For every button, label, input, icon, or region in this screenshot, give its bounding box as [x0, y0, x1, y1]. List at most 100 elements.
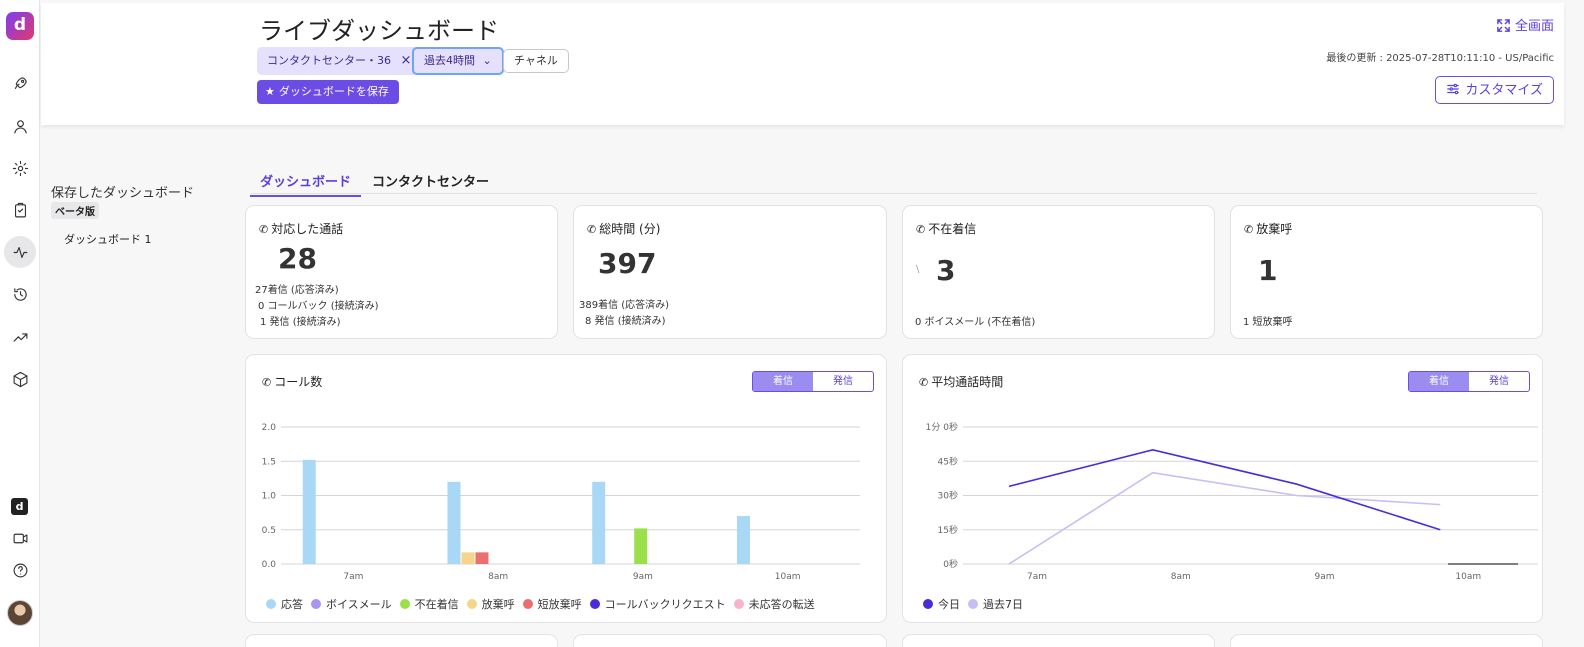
legend-swatch — [733, 599, 744, 609]
stat-card-abandoned-calls: ✆ 放棄呼 1 1 短放棄呼 — [1230, 205, 1543, 339]
activity-icon[interactable] — [4, 236, 36, 268]
bar-不在着信[interactable] — [634, 528, 648, 564]
dialpad-logo-icon[interactable]: d — [6, 12, 34, 40]
tab-bar: ダッシュボード コンタクトセンター — [250, 166, 1537, 197]
stat-card-handled-calls: ✆ 対応した通話 28 27着信 (応答済み) 0 コールバック (接続済み) 1… — [245, 205, 558, 339]
video-icon[interactable] — [4, 522, 36, 554]
legend-swatch — [522, 599, 533, 609]
stat-line: 27着信 (応答済み) — [255, 285, 339, 296]
save-dashboard-button[interactable]: ★ ダッシュボードを保存 — [257, 80, 399, 104]
legend-label: 今日 — [938, 598, 960, 611]
call-count-chart: 0.0 0.5 1.0 1.5 2.0 7am 8am 9am 10am — [262, 423, 860, 582]
stat-marker: \ — [916, 264, 920, 275]
chart-title-text: コール数 — [274, 375, 323, 389]
phone-icon: ✆ — [916, 223, 926, 236]
close-icon[interactable]: × — [401, 53, 412, 68]
dashboard-header: ライブダッシュボード コンタクトセンター・36 × 過去4時間 ⌄ チャネル ★… — [41, 3, 1564, 125]
stat-title-text: 不在着信 — [928, 222, 977, 236]
legend-item[interactable]: 応答 — [266, 598, 303, 611]
filter-chip-time-range[interactable]: 過去4時間 ⌄ — [412, 47, 504, 75]
bar-応答[interactable] — [447, 481, 461, 564]
legend-item[interactable]: コールバックリクエスト — [589, 598, 726, 611]
y-tick-label: 1.5 — [262, 457, 276, 467]
legend-item[interactable]: 未応答の転送 — [733, 598, 815, 611]
legend-swatch — [466, 599, 477, 609]
direction-toggle[interactable]: 着信 発信 — [752, 371, 874, 392]
trending-up-icon[interactable] — [4, 321, 36, 353]
filter-chip-label: 過去4時間 — [424, 54, 475, 67]
stat-card-total-minutes: ✆ 総時間 (分) 397 389着信 (応答済み) 8 発信 (接続済み) — [573, 205, 887, 339]
legend-swatch — [266, 599, 276, 609]
left-rail: d d — [0, 0, 40, 647]
tab-contact-center[interactable]: コンタクトセンター — [372, 171, 489, 195]
y-tick-label: 2.0 — [262, 423, 277, 433]
customize-button[interactable]: カスタマイズ — [1435, 76, 1554, 104]
customize-label: カスタマイズ — [1465, 82, 1543, 97]
page-title: ライブダッシュボード — [259, 17, 499, 45]
stat-line: 0 コールバック (接続済み) — [258, 301, 379, 312]
legend-label: 過去7日 — [983, 598, 1023, 611]
toggle-incoming[interactable]: 着信 — [753, 372, 813, 391]
legend-swatch — [399, 599, 410, 609]
call-count-card: ✆ コール数 着信 発信 0.0 0.5 1.0 1.5 2.0 7am 8am 9am 10am… — [245, 354, 887, 623]
filter-chip-channel[interactable]: チャネル — [503, 49, 569, 73]
legend-item[interactable]: ボイスメール — [311, 598, 392, 611]
chevron-down-icon: ⌄ — [482, 54, 492, 67]
stat-line: 0 ボイスメール (不在着信) — [915, 317, 1036, 328]
x-tick-label: 7am — [343, 572, 363, 582]
toggle-incoming[interactable]: 着信 — [1409, 372, 1469, 391]
clipboard-icon[interactable] — [4, 194, 36, 226]
y-tick-label: 1分 0秒 — [926, 421, 958, 433]
legend-item[interactable]: 今日 — [923, 598, 960, 611]
x-tick-label: 10am — [775, 572, 801, 582]
stat-card-partial — [902, 634, 1215, 647]
stat-title: ✆ 総時間 (分) — [587, 220, 660, 237]
dialpad-small-logo-icon[interactable]: d — [11, 498, 28, 515]
y-tick-label: 30秒 — [938, 490, 958, 502]
bar-応答[interactable] — [302, 459, 316, 564]
toggle-outgoing[interactable]: 発信 — [1469, 372, 1529, 391]
fullscreen-label: 全画面 — [1514, 19, 1554, 34]
tab-dashboard[interactable]: ダッシュボード — [250, 171, 362, 197]
expand-icon — [1497, 19, 1510, 32]
phone-icon: ✆ — [1244, 223, 1254, 236]
legend-label: 短放棄呼 — [537, 598, 582, 611]
bar-応答[interactable] — [592, 481, 606, 564]
legend-item[interactable]: 過去7日 — [968, 598, 1023, 611]
legend-item[interactable]: 短放棄呼 — [522, 598, 582, 611]
history-icon[interactable] — [4, 278, 36, 310]
filter-chip-label: コンタクトセンター・36 — [267, 54, 391, 67]
help-icon[interactable] — [4, 554, 36, 586]
toggle-outgoing[interactable]: 発信 — [813, 372, 873, 391]
saved-dashboards-title: 保存したダッシュボード — [51, 186, 195, 201]
line-過去7日[interactable] — [1008, 471, 1441, 565]
stat-title-text: 総時間 (分) — [599, 222, 661, 236]
stat-card-partial — [245, 634, 558, 647]
stat-card-partial — [1230, 634, 1543, 647]
line-今日[interactable] — [1008, 449, 1441, 531]
legend-swatch — [311, 599, 321, 609]
save-dashboard-label: ダッシュボードを保存 — [278, 86, 389, 98]
user-icon[interactable] — [4, 110, 36, 142]
bar-放棄呼[interactable] — [461, 552, 475, 564]
chart-title: ✆ コール数 — [262, 373, 322, 390]
legend-label: 放棄呼 — [481, 598, 515, 611]
y-tick-label: 0秒 — [943, 558, 958, 570]
bar-短放棄呼[interactable] — [475, 552, 489, 564]
rocket-icon[interactable] — [4, 67, 36, 99]
avatar[interactable] — [7, 600, 33, 626]
beta-badge: ベータ版 — [51, 202, 99, 219]
cube-icon[interactable] — [4, 363, 36, 395]
bar-応答[interactable] — [736, 516, 750, 564]
direction-toggle[interactable]: 着信 発信 — [1408, 371, 1530, 392]
y-tick-label: 0.5 — [262, 526, 276, 536]
fullscreen-button[interactable]: 全画面 — [1496, 15, 1554, 34]
last-updated-text: 最後の更新 : 2025-07-28T10:11:10 - US/Pacific — [1326, 53, 1554, 64]
saved-dashboard-item[interactable]: ダッシュボード 1 — [64, 231, 152, 247]
filter-chip-contact-center[interactable]: コンタクトセンター・36 × — [257, 47, 422, 75]
star-icon: ★ — [265, 86, 275, 98]
gear-icon[interactable] — [4, 152, 36, 184]
stat-value: 397 — [598, 247, 657, 280]
legend-item[interactable]: 放棄呼 — [466, 598, 515, 611]
legend-item[interactable]: 不在着信 — [399, 598, 459, 611]
